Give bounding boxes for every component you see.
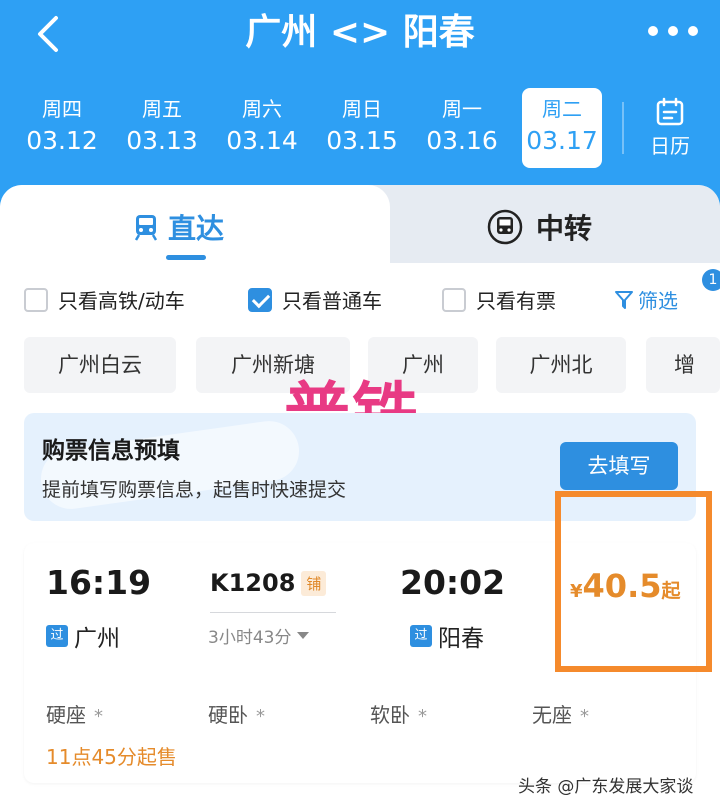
date-item[interactable]: 周一 03.16 [414,88,510,168]
filter-count-badge: 1 [702,269,720,291]
date-item-selected[interactable]: 周二 03.17 [522,88,602,168]
seat-type: 无座 * [532,699,589,728]
filter-row: 只看高铁/动车 只看普通车 只看有票 筛选 1 [24,269,720,315]
more-dots-icon [688,26,698,36]
date-value: 03.17 [526,126,598,155]
checkbox-high-speed[interactable]: 只看高铁/动车 [24,285,185,314]
arrive-station: 过 阳春 [410,619,484,653]
route-line [210,612,336,613]
banner-title: 购票信息预填 [42,438,180,464]
depart-station: 过 广州 [46,619,120,653]
calendar-label: 日历 [650,134,690,158]
depart-station-name: 广州 [74,626,120,652]
seat-mark: * [580,706,589,727]
arrive-time: 20:02 [400,563,506,602]
fill-in-button[interactable]: 去填写 [560,442,678,490]
date-value: 03.12 [26,126,98,155]
calendar-button[interactable]: 日历 [640,94,700,160]
seat-name: 硬座 [46,703,86,727]
next-train-card[interactable] [24,797,696,811]
duration-toggle[interactable]: 3小时43分 [208,623,310,648]
date-value: 03.15 [326,126,398,155]
checkbox-label: 只看普通车 [282,289,382,313]
tab-direct-label: 直达 [168,212,225,245]
seat-type: 硬卧 * [208,699,265,728]
arrive-station-name: 阳春 [438,626,484,652]
divider [622,102,624,154]
date-item[interactable]: 周日 03.15 [314,88,410,168]
tab-transfer-content: 中转 [486,207,592,247]
seat-type: 硬座 * [46,699,103,728]
pass-through-tag: 过 [46,625,68,647]
date-weekday: 周一 [442,97,482,121]
tab-active-indicator [166,255,206,260]
filter-label: 筛选 [638,289,678,313]
checkbox-box[interactable] [442,287,466,312]
banner-subtitle: 提前填写购票信息，起售时快速提交 [42,479,347,501]
date-weekday: 周日 [342,97,382,121]
train-icon [134,215,158,241]
filter-button[interactable]: 筛选 [614,285,678,314]
date-item[interactable]: 周四 03.12 [14,88,110,168]
checkbox-regular-train[interactable]: 只看普通车 [248,285,382,314]
tab-direct-content: 直达 [132,207,224,247]
more-button[interactable] [648,26,698,36]
checkbox-label: 只看高铁/动车 [58,289,185,313]
date-item[interactable]: 周六 03.14 [214,88,310,168]
berth-tag: 铺 [301,570,327,596]
calendar-icon [656,97,684,126]
station-chip[interactable]: 增 [646,337,720,393]
station-chip[interactable]: 广州北 [496,337,626,393]
date-weekday: 周五 [142,97,182,121]
seat-mark: * [94,706,103,727]
date-item[interactable]: 周五 03.13 [114,88,210,168]
header-bar: 广州 <> 阳春 周四 03.12 周五 03.13 周六 03.14 周日 0… [0,0,720,215]
date-value: 03.16 [426,126,498,155]
tab-transfer-label: 中转 [536,212,593,245]
more-dots-icon [648,26,658,36]
seat-type: 软卧 * [370,699,427,728]
seat-name: 软卧 [370,703,410,727]
checkbox-box[interactable] [24,287,48,312]
checkbox-label: 只看有票 [476,289,556,313]
checkbox-available-only[interactable]: 只看有票 [442,285,556,314]
date-weekday: 周四 [42,97,82,121]
page-title: 广州 <> 阳春 [245,12,475,53]
funnel-icon [615,290,633,309]
date-weekday: 周二 [542,97,582,121]
date-weekday: 周六 [242,97,282,121]
sale-start-time: 11点45分起售 [46,745,177,769]
train-number: K1208 铺 [210,569,327,597]
date-value: 03.14 [226,126,298,155]
seat-name: 硬卧 [208,703,248,727]
duration-text: 3小时43分 [208,628,292,648]
transfer-train-icon [487,209,523,245]
seat-mark: * [418,706,427,727]
more-dots-icon [668,26,678,36]
price-highlight-box [555,491,712,672]
seat-name: 无座 [532,703,572,727]
date-value: 03.13 [126,126,198,155]
depart-time: 16:19 [46,563,152,602]
seat-mark: * [256,706,265,727]
pass-through-tag: 过 [410,625,432,647]
seat-types: 硬座 * 硬卧 * 软卧 * 无座 * [46,699,686,729]
checkbox-box-checked[interactable] [248,287,272,312]
caret-down-icon [297,632,310,639]
station-chip[interactable]: 广州白云 [24,337,176,393]
watermark: 头条 @广东发展大家谈 [518,777,694,797]
train-number-label: K1208 [210,569,296,597]
